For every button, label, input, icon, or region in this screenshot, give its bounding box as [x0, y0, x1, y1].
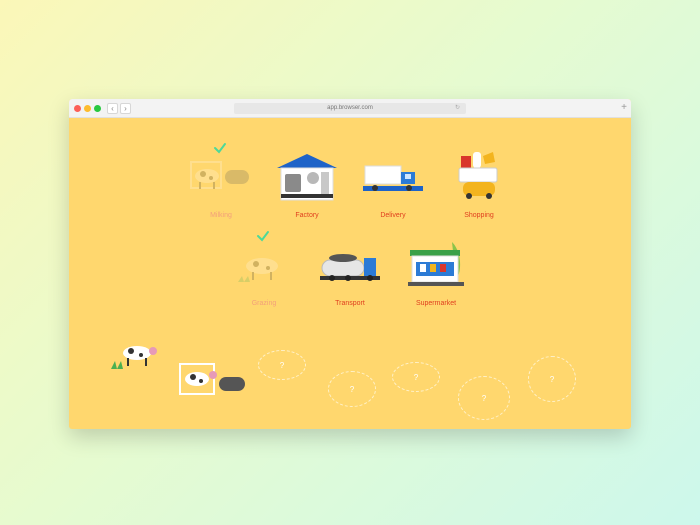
- grazing-cow-icon: [238, 258, 278, 282]
- forward-button[interactable]: ›: [120, 103, 131, 114]
- step-factory[interactable]: Factory: [267, 142, 347, 222]
- back-button[interactable]: ‹: [107, 103, 118, 114]
- tanker-truck-icon: [320, 254, 380, 281]
- reload-icon[interactable]: ↻: [455, 103, 460, 114]
- milking-cow-icon: [190, 161, 249, 189]
- step-label: Grazing: [251, 300, 277, 307]
- supermarket-icon: [408, 242, 464, 286]
- maximize-window-button[interactable]: [94, 105, 101, 112]
- address-bar[interactable]: app.browser.com ↻: [234, 103, 466, 114]
- step-transport[interactable]: Transport: [310, 230, 390, 310]
- step-label: Milking: [210, 212, 232, 219]
- drop-slot[interactable]: ?: [392, 362, 440, 392]
- step-shopping[interactable]: Shopping: [439, 142, 519, 222]
- app-canvas: Milking Factory Delivery Shopping Grazin…: [69, 118, 631, 429]
- step-label: Delivery: [380, 212, 406, 219]
- step-label: Supermarket: [415, 300, 457, 307]
- step-grazing[interactable]: Grazing: [224, 230, 304, 310]
- shopping-cart-icon: [458, 152, 498, 199]
- step-delivery[interactable]: Delivery: [353, 142, 433, 222]
- step-milking[interactable]: Milking: [181, 142, 261, 222]
- step-supermarket[interactable]: Supermarket: [396, 230, 476, 310]
- step-label: Factory: [295, 212, 319, 219]
- drop-slot[interactable]: ?: [328, 371, 376, 407]
- factory-icon: [277, 154, 337, 201]
- drop-slot[interactable]: ?: [458, 376, 510, 420]
- close-window-button[interactable]: [74, 105, 81, 112]
- step-label: Shopping: [464, 212, 494, 219]
- new-tab-button[interactable]: +: [621, 103, 627, 113]
- draggable-grazing-piece[interactable]: [109, 341, 165, 371]
- browser-toolbar: ‹ › app.browser.com ↻ +: [69, 99, 631, 118]
- drop-slot[interactable]: ?: [528, 356, 576, 402]
- delivery-truck-icon: [363, 165, 423, 191]
- draggable-milking-piece[interactable]: [179, 363, 249, 395]
- drop-slot[interactable]: ?: [258, 350, 306, 380]
- address-text: app.browser.com: [327, 105, 373, 111]
- step-label: Transport: [335, 300, 365, 307]
- browser-window: ‹ › app.browser.com ↻ + Milking Factory …: [69, 99, 631, 429]
- minimize-window-button[interactable]: [84, 105, 91, 112]
